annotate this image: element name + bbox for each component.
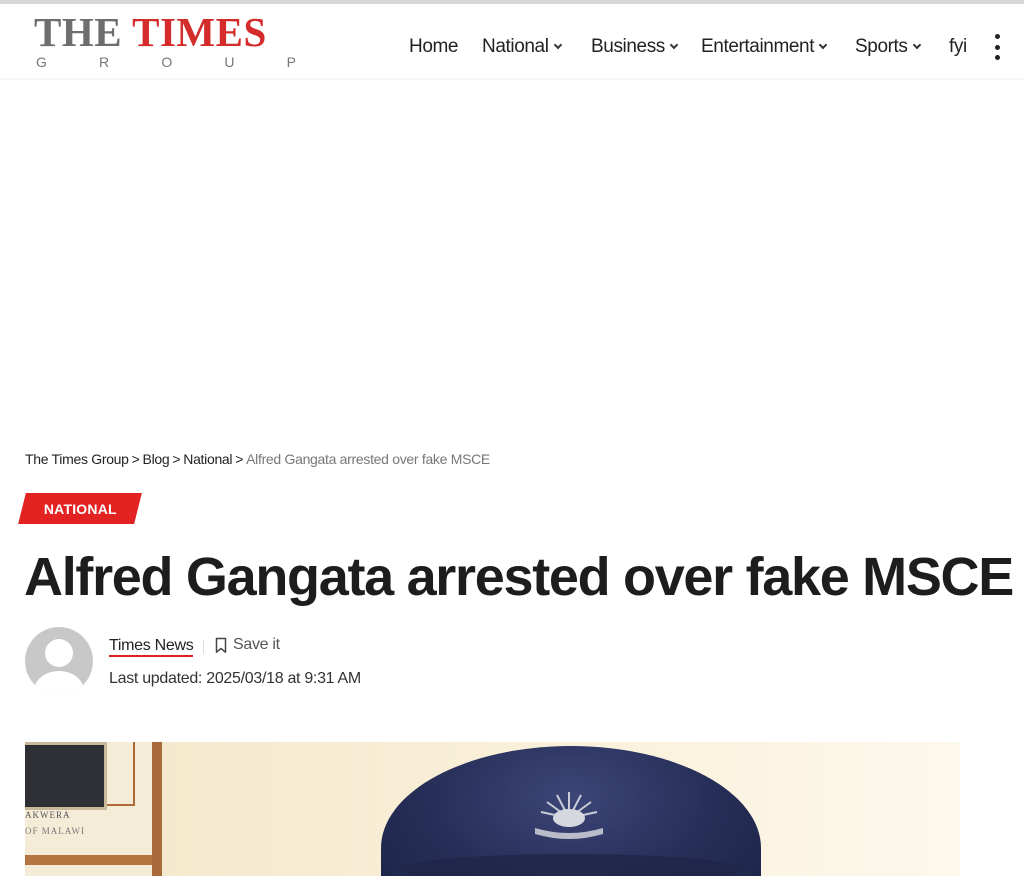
logo-group-letter: R: [99, 54, 110, 70]
category-label: NATIONAL: [43, 500, 117, 517]
nav-item-sports[interactable]: Sports: [855, 29, 921, 65]
breadcrumb-link-home[interactable]: The Times Group: [25, 451, 129, 467]
save-it-label: Save it: [233, 636, 280, 653]
logo-the: THE: [34, 9, 123, 55]
cap-badge-icon: [535, 792, 603, 839]
chevron-down-icon: [912, 40, 921, 49]
chevron-down-icon: [553, 40, 562, 49]
breadcrumb-separator: >: [235, 451, 244, 467]
breadcrumb-separator: >: [131, 451, 140, 467]
category-badge[interactable]: NATIONAL: [18, 493, 142, 524]
logo-group-text: G R O U P: [34, 54, 296, 70]
frame-caption: OF MALAWI: [25, 826, 86, 836]
wall-frame: AKWERA OF MALAWI: [25, 742, 162, 876]
vertical-dots-icon[interactable]: [991, 34, 1003, 60]
nav-item-fyi[interactable]: fyi: [949, 29, 967, 65]
last-updated: Last updated: 2025/03/18 at 9:31 AM: [109, 670, 361, 687]
nav-item-business[interactable]: Business: [591, 29, 679, 65]
nav-item-label: Business: [591, 36, 665, 57]
ad-placeholder: [0, 80, 1024, 440]
site-logo[interactable]: THE TIMES G R O U P: [34, 10, 304, 76]
nav-item-entertainment[interactable]: Entertainment: [701, 29, 828, 65]
nav-item-national[interactable]: National: [482, 29, 562, 65]
article-featured-image[interactable]: AKWERA OF MALAWI: [25, 742, 960, 876]
meta-divider: [203, 640, 204, 654]
save-it-button[interactable]: Save it: [215, 636, 280, 654]
breadcrumb-separator: >: [172, 451, 181, 467]
site-header: THE TIMES G R O U P Home National Busine…: [0, 4, 1024, 78]
breadcrumb-link-blog[interactable]: Blog: [143, 451, 170, 467]
logo-wordmark: THE TIMES: [34, 10, 304, 54]
nav-item-label: National: [482, 36, 549, 57]
nav-item-label: Sports: [855, 36, 908, 57]
nav-item-label: Entertainment: [701, 36, 815, 57]
nav-item-home[interactable]: Home: [409, 29, 458, 65]
breadcrumb-current: Alfred Gangata arrested over fake MSCE: [246, 451, 490, 467]
nav-item-label: fyi: [949, 36, 967, 57]
logo-group-letter: P: [286, 54, 296, 70]
article-title: Alfred Gangata arrested over fake MSCE: [24, 547, 1014, 607]
chevron-down-icon: [818, 40, 828, 49]
breadcrumb-link-national[interactable]: National: [183, 451, 232, 467]
author-avatar[interactable]: [25, 627, 93, 695]
bookmark-icon: [215, 637, 227, 653]
chevron-down-icon: [669, 40, 679, 49]
logo-group-letter: G: [36, 54, 47, 70]
police-cap: [381, 746, 761, 876]
author-link[interactable]: Times News: [109, 637, 194, 657]
breadcrumb: The Times Group > Blog > National > Alfred Gan…: [25, 451, 490, 467]
nav-item-label: Home: [409, 36, 459, 57]
logo-times: TIMES: [132, 9, 267, 55]
logo-group-letter: U: [224, 54, 235, 70]
frame-caption: AKWERA: [25, 810, 71, 820]
logo-group-letter: O: [161, 54, 173, 70]
